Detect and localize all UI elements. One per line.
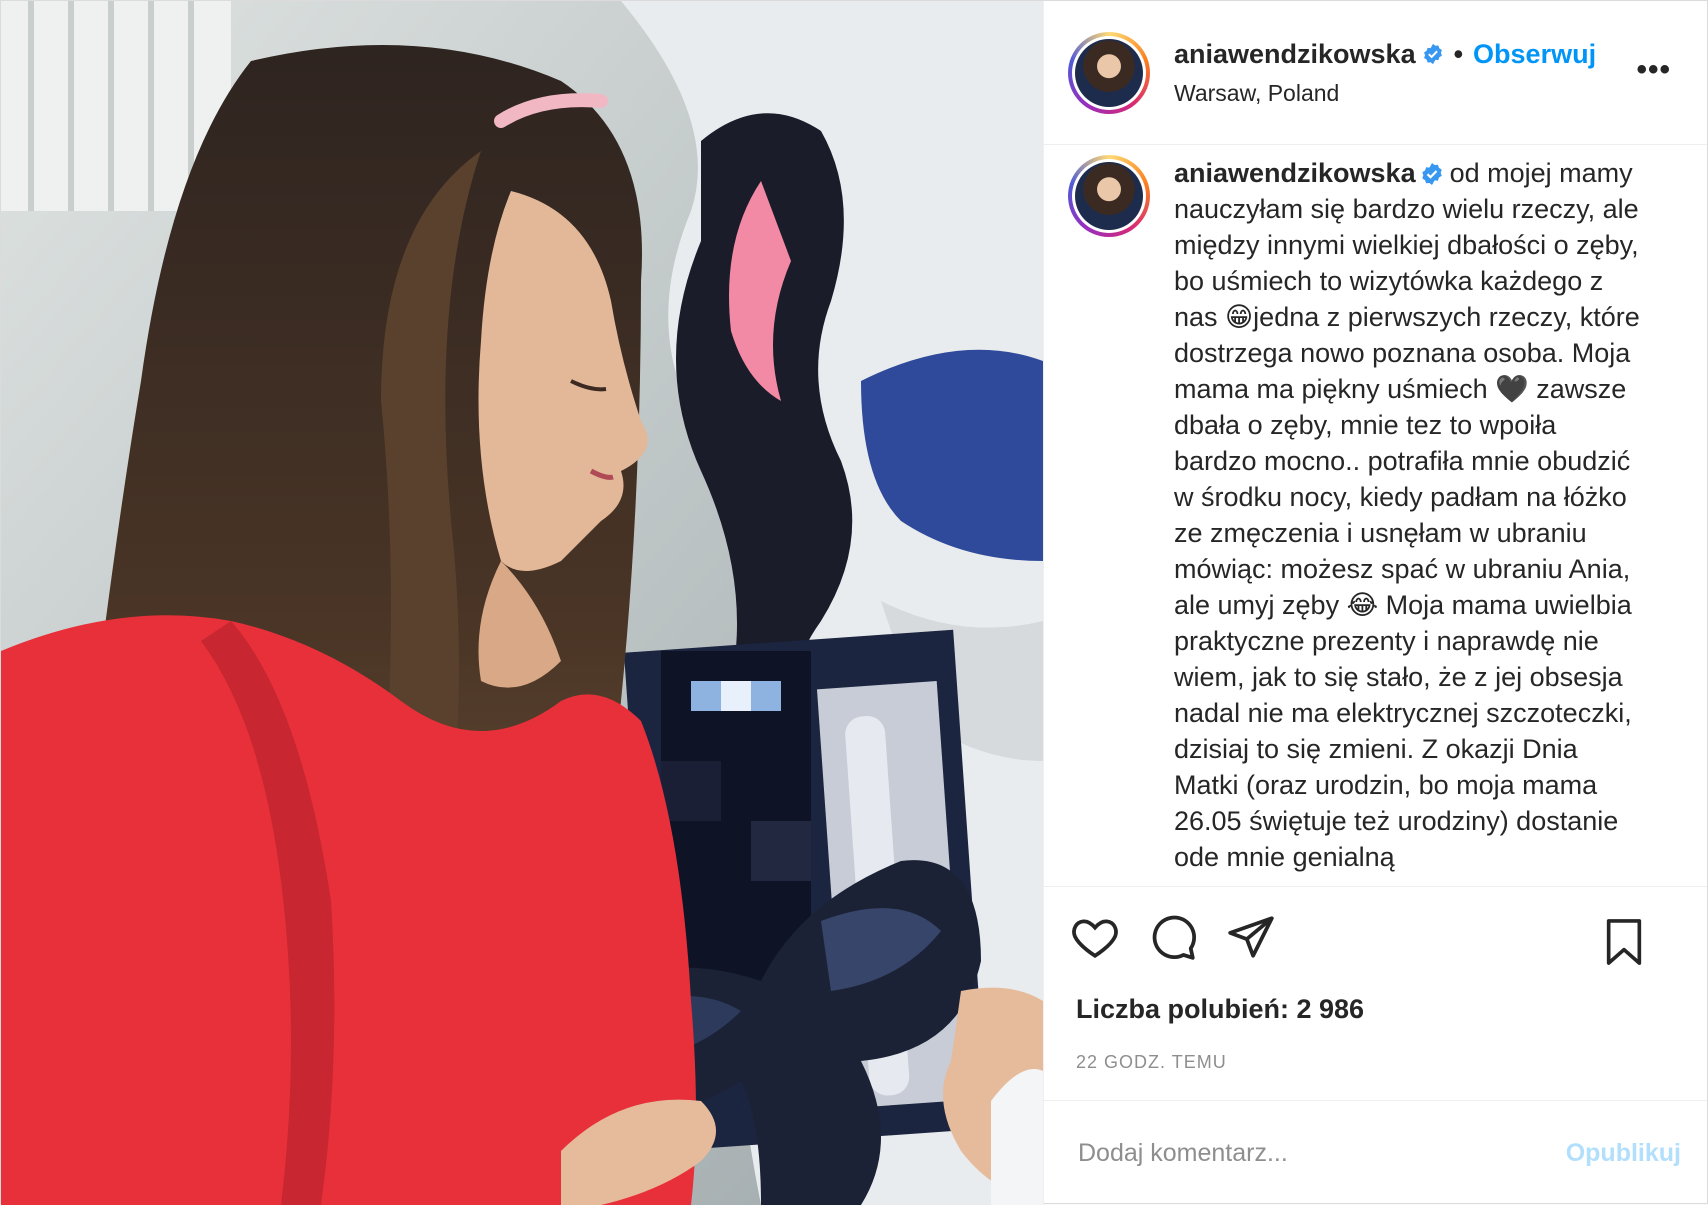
separator-dot: •	[1453, 38, 1464, 69]
caption-username[interactable]: aniawendzikowska	[1174, 158, 1416, 188]
photo-illustration	[1, 1, 1043, 1205]
author-avatar[interactable]	[1068, 31, 1150, 114]
post-caption: aniawendzikowska od mojej mamy nauczyłam …	[1044, 145, 1707, 886]
likes-count[interactable]: Liczba polubień: 2 986	[1044, 986, 1707, 1038]
post-header: aniawendzikowska • Obserwuj Warsaw, Pola…	[1044, 1, 1707, 145]
author-username[interactable]: aniawendzikowska	[1174, 39, 1416, 70]
comment-icon[interactable]	[1148, 912, 1198, 962]
follow-button[interactable]: Obserwuj	[1473, 39, 1596, 70]
caption-avatar[interactable]	[1068, 155, 1150, 237]
paper-plane-icon[interactable]	[1226, 912, 1276, 962]
instagram-post: aniawendzikowska • Obserwuj Warsaw, Pola…	[0, 0, 1708, 1205]
verified-badge-icon	[1421, 163, 1442, 185]
heart-icon[interactable]	[1070, 912, 1120, 962]
post-timestamp[interactable]: 22 GODZ. TEMU	[1044, 1038, 1707, 1101]
comment-input[interactable]	[1076, 1137, 1500, 1169]
avatar-image	[1075, 38, 1143, 107]
caption-body: od mojej mamy nauczyłam się bardzo wielu…	[1174, 158, 1640, 872]
avatar-image	[1075, 162, 1143, 230]
verified-badge-icon	[1423, 43, 1442, 65]
comment-box: Opublikuj	[1044, 1101, 1707, 1205]
bookmark-icon[interactable]	[1601, 917, 1647, 967]
post-location[interactable]: Warsaw, Poland	[1174, 80, 1596, 107]
post-actions	[1044, 886, 1707, 986]
post-side-panel: aniawendzikowska • Obserwuj Warsaw, Pola…	[1043, 1, 1707, 1205]
more-options-icon[interactable]: •••	[1636, 53, 1671, 87]
publish-button[interactable]: Opublikuj	[1566, 1139, 1681, 1168]
post-photo[interactable]	[1, 1, 1043, 1205]
